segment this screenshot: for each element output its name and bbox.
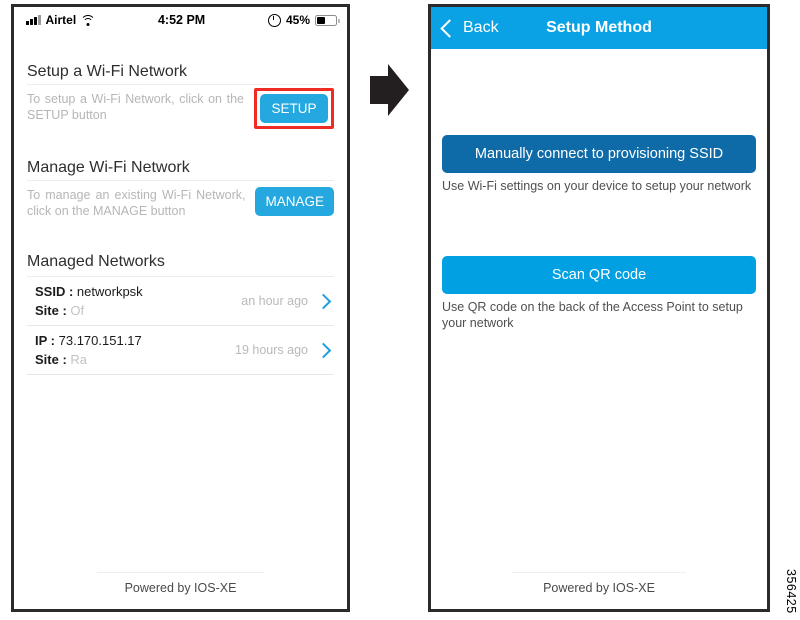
chevron-left-icon [440, 18, 459, 38]
chevron-right-icon[interactable] [315, 293, 332, 309]
network-site-line: Site : Of [35, 303, 241, 318]
back-button[interactable]: Back [440, 18, 499, 38]
setup-section-title: Setup a Wi-Fi Network [27, 63, 334, 85]
chevron-right-icon[interactable] [315, 342, 332, 358]
orientation-lock-icon [267, 13, 281, 27]
network-primary-label: IP : [35, 333, 55, 348]
network-timestamp: an hour ago [241, 294, 308, 308]
carrier-label: Airtel [45, 13, 77, 27]
phone-mockup-right: Back Setup Method Manually connect to pr… [428, 4, 770, 612]
setup-button-highlight-box: SETUP [254, 88, 334, 129]
figure-id-label: 356425 [784, 569, 798, 614]
back-button-label: Back [463, 19, 499, 36]
manage-button[interactable]: MANAGE [255, 187, 334, 216]
manage-section-description: To manage an existing Wi-Fi Network, cli… [27, 188, 246, 218]
app-screen-setup-method: Back Setup Method Manually connect to pr… [431, 7, 767, 609]
manage-section-row: To manage an existing Wi-Fi Network, cli… [27, 187, 334, 219]
network-row-details: IP : 73.170.151.17 Site : Ra [35, 333, 235, 367]
network-site-label: Site : [35, 352, 67, 367]
managed-networks-section: Managed Networks SSID : networkpsk Site … [27, 219, 334, 375]
battery-percent-label: 45% [285, 13, 310, 27]
network-row-details: SSID : networkpsk Site : Of [35, 284, 241, 318]
network-primary-value: networkpsk [76, 284, 143, 299]
signal-bars-icon [26, 15, 41, 25]
manual-connect-help-text: Use Wi-Fi settings on your device to set… [442, 179, 752, 193]
setup-section-row: To setup a Wi-Fi Network, click on the S… [27, 88, 334, 129]
wifi-icon [80, 14, 96, 26]
status-bar-clock: 4:52 PM [157, 13, 206, 27]
flow-arrow-icon [370, 64, 409, 116]
network-site-line: Site : Ra [35, 352, 235, 367]
scan-qr-code-button[interactable]: Scan QR code [442, 256, 756, 294]
network-primary-line: IP : 73.170.151.17 [35, 333, 235, 348]
manage-wifi-section: Manage Wi-Fi Network To manage an existi… [27, 129, 334, 219]
manual-connect-button[interactable]: Manually connect to provisioning SSID [442, 135, 756, 173]
status-bar: Airtel 4:52 PM 45% [14, 7, 347, 33]
setup-wifi-section: Setup a Wi-Fi Network To setup a Wi-Fi N… [27, 33, 334, 129]
option-qr-block: Scan QR code Use QR code on the back of … [442, 256, 756, 331]
scan-qr-help-text: Use QR code on the back of the Access Po… [442, 300, 743, 330]
home-content: Setup a Wi-Fi Network To setup a Wi-Fi N… [14, 33, 347, 609]
network-primary-value: 73.170.151.17 [58, 333, 142, 348]
managed-networks-title: Managed Networks [27, 253, 334, 277]
phone-mockup-left: Airtel 4:52 PM 45% Setup a Wi-Fi Network… [11, 4, 350, 612]
manage-section-title: Manage Wi-Fi Network [27, 159, 334, 181]
setup-button[interactable]: SETUP [260, 94, 328, 123]
app-screen-home: Airtel 4:52 PM 45% Setup a Wi-Fi Network… [14, 7, 347, 609]
footer-credit: Powered by IOS-XE [97, 572, 264, 609]
network-primary-line: SSID : networkpsk [35, 284, 241, 299]
setup-section-description: To setup a Wi-Fi Network, click on the S… [27, 92, 244, 122]
table-row[interactable]: SSID : networkpsk Site : Of an hour ago [27, 277, 334, 326]
option-manual-block: Manually connect to provisioning SSID Us… [442, 135, 756, 194]
network-site-label: Site : [35, 303, 67, 318]
setup-method-content: Manually connect to provisioning SSID Us… [431, 49, 767, 609]
network-timestamp: 19 hours ago [235, 343, 308, 357]
network-site-value: Ra [70, 352, 88, 367]
footer-credit: Powered by IOS-XE [512, 572, 686, 609]
status-bar-right: 45% [267, 13, 340, 27]
network-site-value: Of [70, 303, 85, 318]
battery-icon [315, 14, 340, 26]
status-bar-left: Airtel [26, 13, 96, 27]
network-primary-label: SSID : [35, 284, 74, 299]
navigation-bar: Back Setup Method [431, 7, 767, 49]
table-row[interactable]: IP : 73.170.151.17 Site : Ra 19 hours ag… [27, 326, 334, 375]
